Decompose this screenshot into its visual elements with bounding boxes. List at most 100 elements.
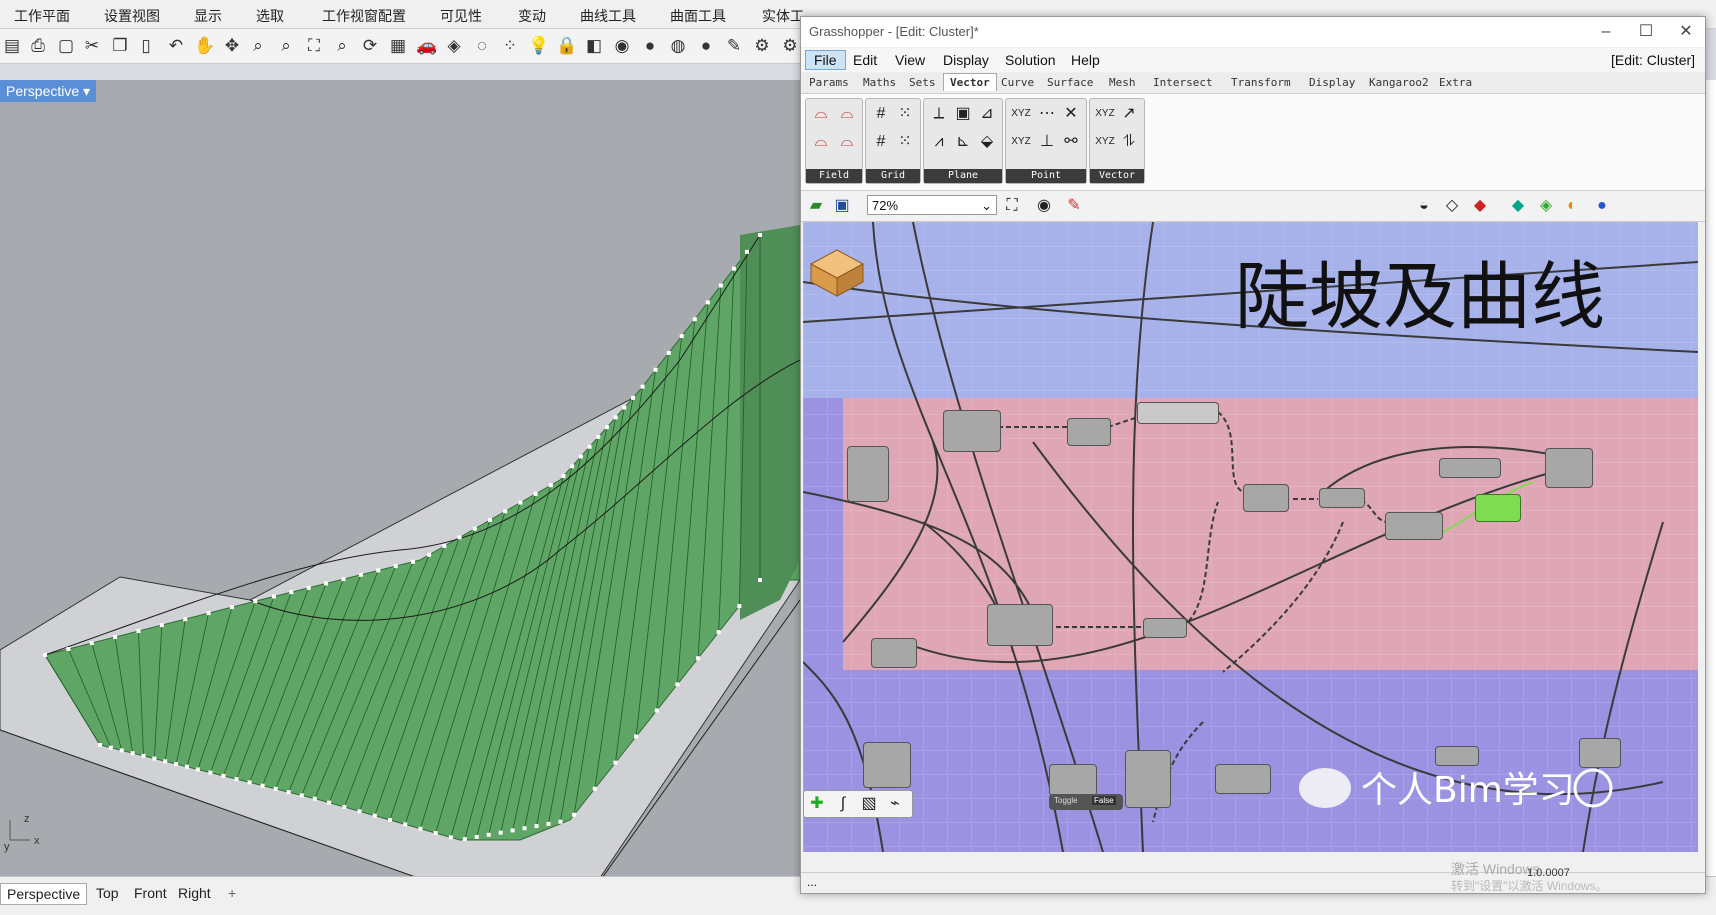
- node-point[interactable]: [1545, 448, 1593, 488]
- point-icon[interactable]: ✕: [1060, 103, 1082, 125]
- gh-canvas[interactable]: 陡坡及曲线 个人Bim学习 Toggle False ✚ ∫ ▧ ⌁: [803, 222, 1698, 852]
- field-magnet-icon[interactable]: ⌓: [810, 103, 832, 125]
- tab-front[interactable]: Front: [128, 883, 173, 903]
- node-point-deconstruct[interactable]: [863, 742, 911, 788]
- sphere-blue-icon[interactable]: ●: [696, 36, 716, 56]
- paste-icon[interactable]: ▯: [136, 36, 156, 56]
- grid-icon[interactable]: #: [870, 103, 892, 125]
- move-icon[interactable]: ✥: [222, 36, 242, 56]
- pan-hand-icon[interactable]: ✋: [194, 36, 215, 56]
- point-icon[interactable]: ⁘: [500, 36, 520, 56]
- menu-item[interactable]: 设置视图: [104, 6, 160, 26]
- gear-icon[interactable]: ⚙: [752, 36, 772, 56]
- tab-maths[interactable]: Maths: [863, 76, 896, 89]
- tab-sets[interactable]: Sets: [909, 76, 936, 89]
- node-curve-param[interactable]: [871, 638, 917, 668]
- options-icon[interactable]: ⚙: [780, 36, 800, 56]
- menu-item[interactable]: 工作平面: [14, 6, 70, 26]
- tab-vector[interactable]: Vector: [943, 73, 997, 91]
- minimize-icon[interactable]: –: [1591, 21, 1621, 43]
- box-icon[interactable]: ▧: [858, 793, 880, 815]
- zoom-extents-icon[interactable]: ⛶: [304, 36, 324, 56]
- node-function-2[interactable]: [1143, 618, 1187, 638]
- node-function[interactable]: [1439, 458, 1501, 478]
- node-pull[interactable]: [1579, 738, 1621, 768]
- tab-extra[interactable]: Extra: [1439, 76, 1472, 89]
- toggle-value[interactable]: False: [1092, 796, 1116, 805]
- menu-file[interactable]: File: [805, 50, 846, 70]
- field-magnet-icon[interactable]: ⌓: [810, 131, 832, 153]
- chevron-down-icon[interactable]: ▾: [83, 83, 90, 99]
- node-selected-green[interactable]: [1475, 494, 1521, 522]
- preview-shaded-icon[interactable]: ◆: [1469, 195, 1491, 217]
- node-panel-t[interactable]: [1067, 418, 1111, 446]
- add-node-icon[interactable]: ✚: [806, 793, 828, 815]
- menu-item[interactable]: 选取: [256, 6, 284, 26]
- layer-icon[interactable]: ◧: [584, 36, 604, 56]
- field-magnet-icon[interactable]: ⌓: [836, 103, 858, 125]
- viewport-title[interactable]: Perspective ▾: [0, 80, 97, 102]
- sphere-icon[interactable]: ●: [640, 36, 660, 56]
- zoom-extents-icon[interactable]: ⛶: [1001, 195, 1023, 217]
- preview-color-icon[interactable]: ◐: [1561, 195, 1583, 217]
- rotate-view-icon[interactable]: ⟳: [360, 36, 380, 56]
- save-icon[interactable]: ▤: [2, 36, 22, 56]
- plane-icon[interactable]: ⬙: [976, 131, 998, 153]
- eye-icon[interactable]: ◉: [1033, 195, 1055, 217]
- vector-icon[interactable]: ⥮: [1118, 131, 1140, 153]
- node-plane[interactable]: [1385, 512, 1443, 540]
- grid-points-icon[interactable]: ⁙: [894, 131, 916, 153]
- node-graph-mapper[interactable]: [1243, 484, 1289, 512]
- tab-curve[interactable]: Curve: [1001, 76, 1034, 89]
- undo-icon[interactable]: ↶: [166, 36, 186, 56]
- zoom-dropdown[interactable]: 72% ⌄: [867, 195, 997, 215]
- preview-mesh-icon[interactable]: ◆: [1507, 195, 1529, 217]
- tab-intersect[interactable]: Intersect: [1153, 76, 1213, 89]
- point-icon[interactable]: ⋯: [1036, 103, 1058, 125]
- plane-icon[interactable]: ⊾: [952, 131, 974, 153]
- menu-edit[interactable]: Edit: [847, 52, 883, 68]
- grid-icon[interactable]: ▦: [388, 36, 408, 56]
- light-bulb-icon[interactable]: 💡: [528, 36, 549, 56]
- field-magnet-icon[interactable]: ⌓: [836, 131, 858, 153]
- menu-help[interactable]: Help: [1065, 52, 1106, 68]
- tab-params[interactable]: Params: [809, 76, 849, 89]
- maximize-icon[interactable]: ☐: [1631, 21, 1661, 43]
- tab-top[interactable]: Top: [90, 883, 125, 903]
- car-icon[interactable]: 🚗: [416, 36, 437, 56]
- menu-solution[interactable]: Solution: [999, 52, 1062, 68]
- plane-icon[interactable]: ▣: [952, 103, 974, 125]
- plane-icon[interactable]: ⩘: [928, 131, 950, 153]
- vector-xyz-icon[interactable]: XYZ: [1094, 131, 1116, 153]
- pipe-icon[interactable]: ⌁: [884, 793, 906, 815]
- grid-points-icon[interactable]: ⁙: [894, 103, 916, 125]
- menu-item[interactable]: 工作视窗配置: [322, 6, 406, 26]
- tab-mesh[interactable]: Mesh: [1109, 76, 1136, 89]
- point-xyz-icon[interactable]: XYZ: [1010, 131, 1032, 153]
- tab-display[interactable]: Display: [1309, 76, 1355, 89]
- display-sphere-icon[interactable]: ●: [1591, 195, 1613, 217]
- pencil-icon[interactable]: ✎: [724, 36, 744, 56]
- zoom-selected-icon[interactable]: ⌕: [332, 36, 352, 56]
- preview-off-icon[interactable]: ◒: [1413, 195, 1435, 217]
- grid-icon[interactable]: #: [870, 131, 892, 153]
- menu-item[interactable]: 曲线工具: [580, 6, 636, 26]
- lock-icon[interactable]: 🔒: [556, 36, 577, 56]
- rhino-viewport[interactable]: x y z: [0, 80, 800, 876]
- tab-surface[interactable]: Surface: [1047, 76, 1093, 89]
- save-icon[interactable]: ▣: [831, 195, 853, 217]
- node-slider[interactable]: [1137, 402, 1219, 424]
- object-icon[interactable]: ◈: [444, 36, 464, 56]
- preview-settings-icon[interactable]: ◈: [1535, 195, 1557, 217]
- tab-transform[interactable]: Transform: [1231, 76, 1291, 89]
- node-list-item[interactable]: [1049, 764, 1097, 796]
- close-icon[interactable]: ✕: [1671, 21, 1701, 43]
- menu-display[interactable]: Display: [937, 52, 995, 68]
- menu-view[interactable]: View: [889, 52, 931, 68]
- plane-icon[interactable]: ⟂: [928, 103, 950, 125]
- node-line[interactable]: [1125, 750, 1171, 808]
- menu-item[interactable]: 实体工: [762, 6, 804, 26]
- copy-icon[interactable]: ❐: [110, 36, 130, 56]
- vector-xyz-icon[interactable]: XYZ: [1094, 103, 1116, 125]
- color-wheel-icon[interactable]: ◉: [612, 36, 632, 56]
